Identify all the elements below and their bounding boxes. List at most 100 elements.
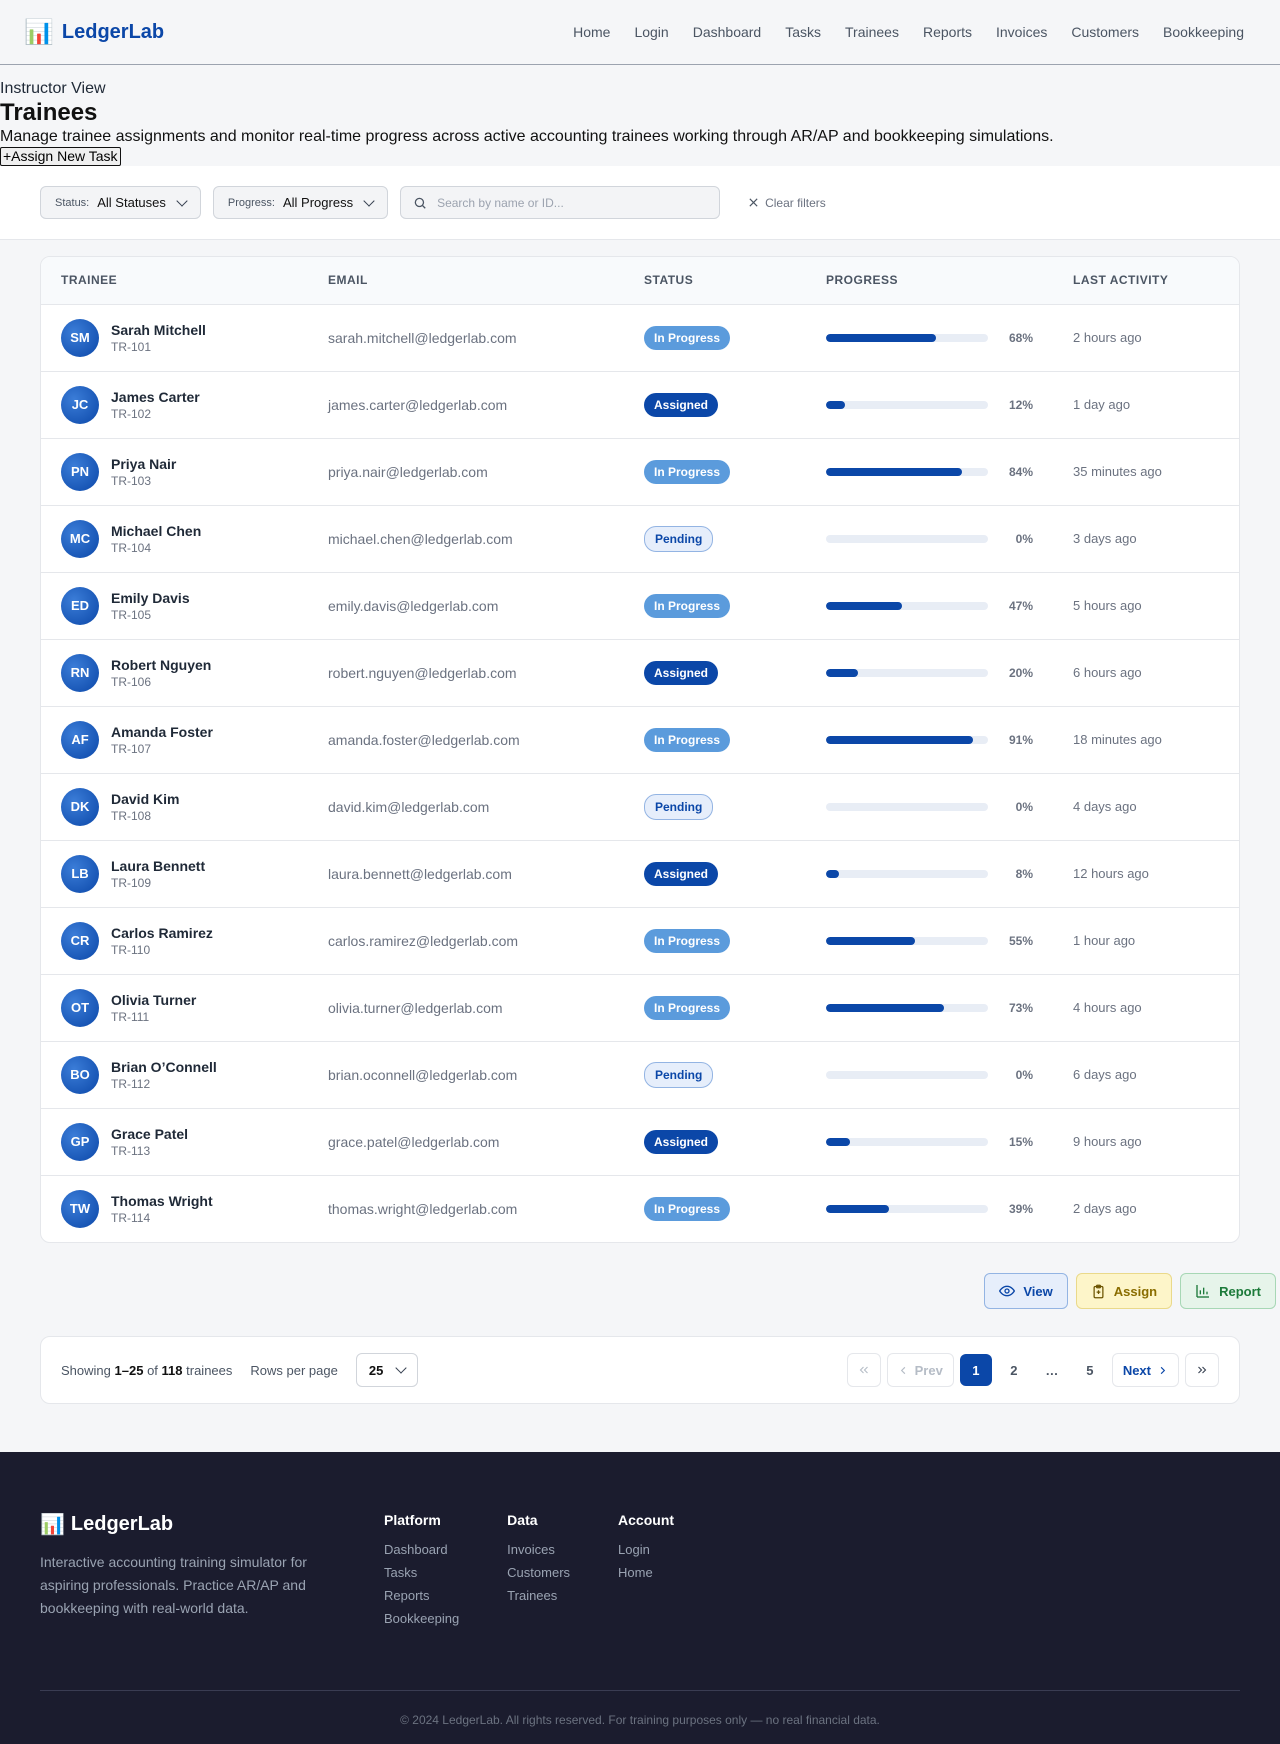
table-row[interactable]: RN Robert Nguyen TR-106 robert.nguyen@ledge… bbox=[41, 639, 1239, 706]
progress-fill bbox=[826, 601, 903, 610]
trainee-name[interactable]: Carlos Ramirez bbox=[111, 925, 213, 941]
footer-link-login[interactable]: Login bbox=[618, 1542, 674, 1557]
table-row[interactable]: LB Laura Bennett TR-109 laura.bennett@ledge… bbox=[41, 840, 1239, 907]
trainee-text: Amanda Foster TR-107 bbox=[111, 724, 213, 756]
footer-link-reports[interactable]: Reports bbox=[384, 1588, 459, 1603]
bar-chart-icon: 📊 bbox=[24, 18, 54, 46]
table-row[interactable]: ED Emily Davis TR-105 emily.davis@ledgerlab… bbox=[41, 572, 1239, 639]
footer-link-trainees[interactable]: Trainees bbox=[507, 1588, 570, 1603]
trainee-info: AF Amanda Foster TR-107 bbox=[61, 720, 288, 759]
nav-home[interactable]: Home bbox=[561, 16, 622, 48]
trainee-name[interactable]: David Kim bbox=[111, 791, 179, 807]
col-trainee[interactable]: TRAINEE bbox=[41, 257, 308, 305]
avatar: BO bbox=[61, 1055, 99, 1094]
trainee-name[interactable]: James Carter bbox=[111, 389, 200, 405]
table-row[interactable]: MC Michael Chen TR-104 michael.chen@ledgerl… bbox=[41, 505, 1239, 572]
trainee-name[interactable]: Emily Davis bbox=[111, 590, 190, 606]
nav-customers[interactable]: Customers bbox=[1059, 16, 1151, 48]
table-row[interactable]: GP Grace Patel TR-113 grace.patel@ledgerlab… bbox=[41, 1108, 1239, 1175]
footer-link-tasks[interactable]: Tasks bbox=[384, 1565, 459, 1580]
page-5-button[interactable]: 5 bbox=[1074, 1354, 1106, 1386]
last-activity: 2 hours ago bbox=[1073, 330, 1142, 345]
trainee-name[interactable]: Brian O’Connell bbox=[111, 1059, 217, 1075]
first-page-button[interactable] bbox=[846, 1353, 881, 1387]
footer-link-home[interactable]: Home bbox=[618, 1565, 674, 1580]
rows-per-page-select[interactable]: 25 bbox=[355, 1353, 419, 1387]
trainee-cell: OT Olivia Turner TR-111 bbox=[41, 974, 308, 1041]
trainee-name[interactable]: Sarah Mitchell bbox=[111, 322, 206, 338]
brand[interactable]: 📊 LedgerLab bbox=[24, 18, 164, 47]
nav-invoices[interactable]: Invoices bbox=[984, 16, 1059, 48]
col-progress[interactable]: PROGRESS bbox=[806, 257, 1053, 305]
status-badge: Assigned bbox=[644, 392, 719, 417]
trainee-text: Carlos Ramirez TR-110 bbox=[111, 925, 213, 957]
footer-brand-title[interactable]: 📊 LedgerLab bbox=[40, 1512, 384, 1537]
nav-trainees[interactable]: Trainees bbox=[833, 16, 911, 48]
status-cell: In Progress bbox=[624, 1175, 806, 1242]
status-badge: Assigned bbox=[644, 861, 719, 886]
col-email[interactable]: EMAIL bbox=[308, 257, 624, 305]
filter-bar: Status: All Statuses Progress: All Progr… bbox=[0, 166, 1280, 240]
col-last-activity[interactable]: LAST ACTIVITY bbox=[1053, 257, 1239, 305]
progress-percent: 47% bbox=[1008, 598, 1033, 613]
footer-link-dashboard[interactable]: Dashboard bbox=[384, 1542, 459, 1557]
footer-col-title: Data bbox=[507, 1512, 538, 1528]
trainee-text: Michael Chen TR-104 bbox=[111, 523, 201, 555]
assign-new-task-button[interactable]: +Assign New Task bbox=[0, 147, 121, 166]
view-button[interactable]: View bbox=[984, 1273, 1068, 1309]
table-row[interactable]: TW Thomas Wright TR-114 thomas.wright@ledge… bbox=[41, 1175, 1239, 1242]
footer-link-customers[interactable]: Customers bbox=[507, 1565, 570, 1580]
trainee-name[interactable]: Thomas Wright bbox=[111, 1193, 213, 1209]
trainee-id: TR-110 bbox=[111, 942, 151, 957]
nav-reports[interactable]: Reports bbox=[911, 16, 984, 48]
table-row[interactable]: PN Priya Nair TR-103 priya.nair@ledgerlab.c… bbox=[41, 438, 1239, 505]
page-1-button[interactable]: 1 bbox=[959, 1354, 992, 1386]
trainee-email: robert.nguyen@ledgerlab.com bbox=[328, 664, 517, 681]
col-status[interactable]: STATUS bbox=[624, 257, 806, 305]
trainee-name[interactable]: Grace Patel bbox=[111, 1126, 188, 1142]
clear-filters-label: Clear filters bbox=[765, 195, 826, 210]
status-cell: Assigned bbox=[624, 371, 806, 438]
trainee-cell: TW Thomas Wright TR-114 bbox=[41, 1175, 308, 1242]
status-cell: Assigned bbox=[624, 639, 806, 706]
footer-col-account: Account Login Home bbox=[618, 1512, 674, 1672]
trainee-name[interactable]: Amanda Foster bbox=[111, 724, 213, 740]
progress-filter[interactable]: Progress: All Progress bbox=[212, 186, 389, 219]
last-activity: 2 days ago bbox=[1073, 1201, 1137, 1217]
nav-dashboard[interactable]: Dashboard bbox=[681, 16, 774, 48]
page-eyebrow: Instructor View bbox=[0, 80, 106, 97]
table-row[interactable]: CR Carlos Ramirez TR-110 carlos.ramirez@led… bbox=[41, 907, 1239, 974]
table-row[interactable]: DK David Kim TR-108 david.kim@ledgerlab.com… bbox=[41, 773, 1239, 840]
trainee-name[interactable]: Olivia Turner bbox=[111, 992, 196, 1008]
nav-tasks[interactable]: Tasks bbox=[773, 16, 833, 48]
trainee-name[interactable]: Priya Nair bbox=[111, 456, 176, 472]
progress-bar bbox=[826, 735, 988, 744]
table-row[interactable]: BO Brian O’Connell TR-112 brian.oconnell@le… bbox=[41, 1041, 1239, 1108]
assign-button[interactable]: Assign bbox=[1075, 1273, 1173, 1309]
status-badge: Pending bbox=[644, 1061, 714, 1088]
table-row[interactable]: SM Sarah Mitchell TR-101 sarah.mitchell@led… bbox=[41, 304, 1239, 371]
table-row[interactable]: JC James Carter TR-102 james.carter@ledgerl… bbox=[41, 371, 1239, 438]
table-row[interactable]: AF Amanda Foster TR-107 amanda.foster@ledge… bbox=[41, 706, 1239, 773]
trainee-name[interactable]: Michael Chen bbox=[111, 523, 201, 539]
trainee-name[interactable]: Robert Nguyen bbox=[111, 657, 211, 673]
prev-page-button[interactable]: Prev bbox=[886, 1353, 954, 1387]
next-page-button[interactable]: Next bbox=[1111, 1353, 1179, 1387]
footer-link-bookkeeping[interactable]: Bookkeeping bbox=[384, 1611, 459, 1626]
status-filter-value: All Statuses bbox=[97, 195, 166, 210]
progress-fill bbox=[826, 668, 859, 677]
report-button[interactable]: Report bbox=[1180, 1273, 1276, 1309]
page-2-button[interactable]: 2 bbox=[998, 1354, 1030, 1386]
trainee-name[interactable]: Laura Bennett bbox=[111, 858, 205, 874]
footer-link-invoices[interactable]: Invoices bbox=[507, 1542, 570, 1557]
table-row[interactable]: OT Olivia Turner TR-111 olivia.turner@ledge… bbox=[41, 974, 1239, 1041]
nav-bookkeeping[interactable]: Bookkeeping bbox=[1151, 16, 1256, 48]
status-filter[interactable]: Status: All Statuses bbox=[40, 186, 201, 219]
nav-login[interactable]: Login bbox=[622, 16, 680, 48]
last-page-button[interactable] bbox=[1185, 1353, 1219, 1387]
trainee-id: TR-104 bbox=[111, 540, 152, 555]
progress-percent: 84% bbox=[1008, 464, 1033, 479]
clear-filters-button[interactable]: Clear filters bbox=[748, 196, 826, 210]
search-input[interactable] bbox=[437, 195, 678, 210]
progress-fill bbox=[826, 333, 937, 342]
